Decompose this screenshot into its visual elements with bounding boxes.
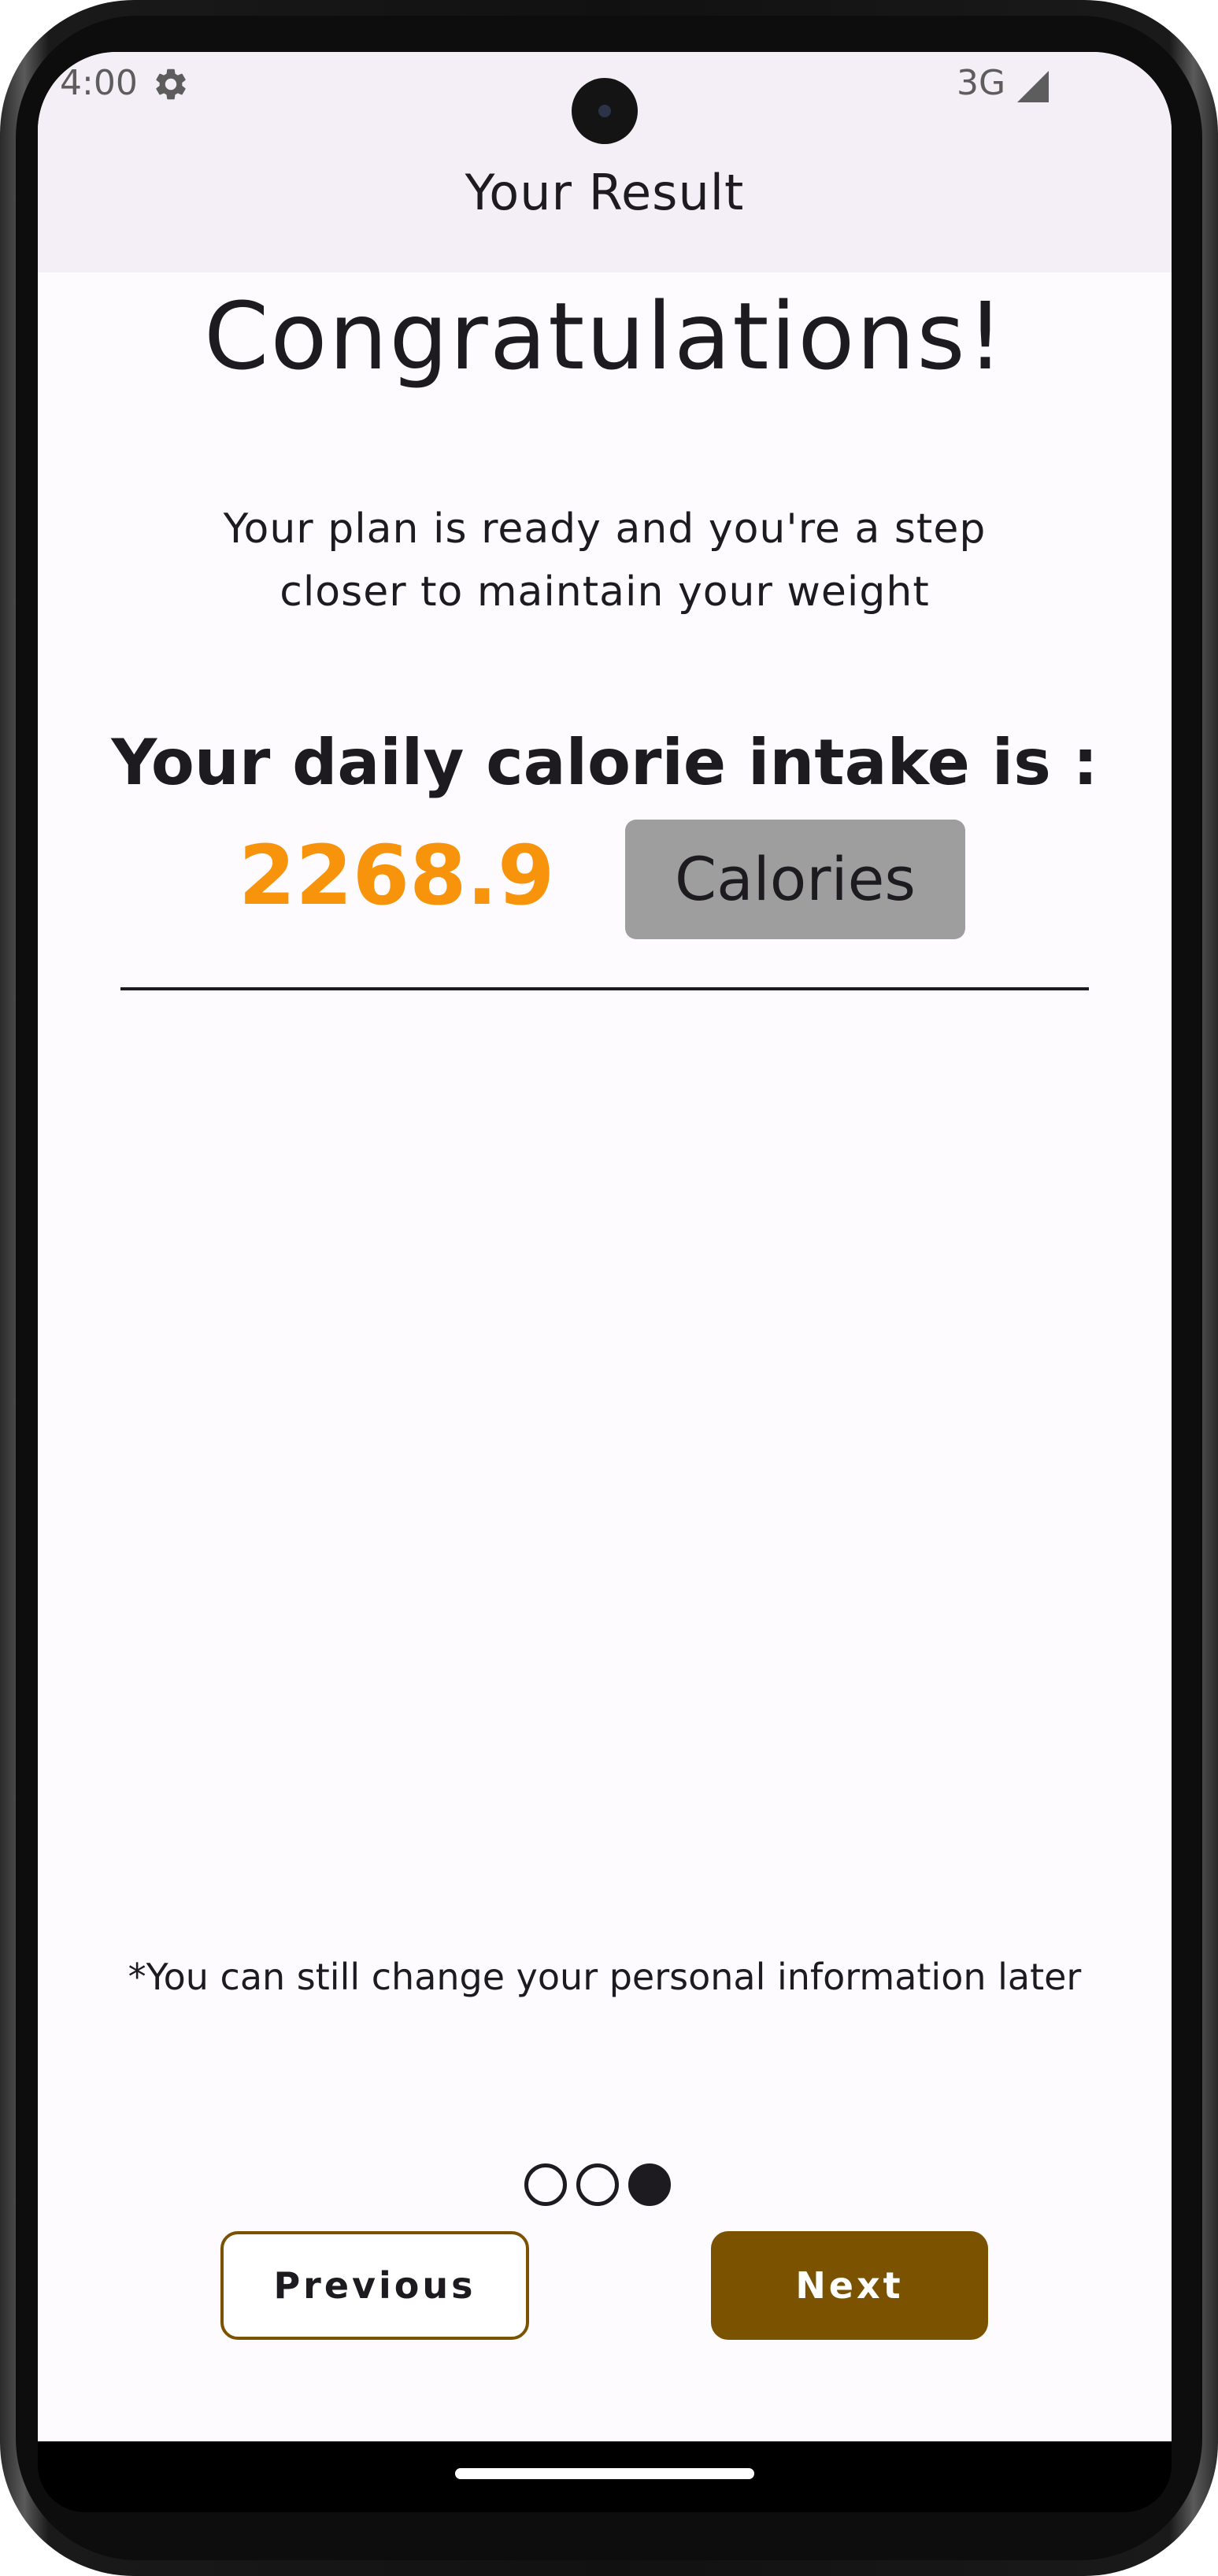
page-dot-3-active <box>628 2163 671 2206</box>
calorie-value: 2268.9 <box>239 827 555 923</box>
page-dot-1 <box>524 2163 567 2206</box>
system-nav-bar <box>38 2441 1172 2512</box>
page-dot-2 <box>576 2163 619 2206</box>
status-time: 4:00 <box>60 63 138 103</box>
front-camera <box>572 78 638 144</box>
app-bar: 4:00 3G Your Result <box>38 52 1172 272</box>
gear-icon <box>156 68 186 100</box>
page-title: Your Result <box>465 164 745 221</box>
home-gesture-handle[interactable] <box>455 2468 754 2479</box>
previous-button[interactable]: Previous <box>220 2231 529 2340</box>
page-indicator <box>524 2163 690 2214</box>
app-screen: 4:00 3G Your Result Congratulations! You… <box>38 52 1172 2441</box>
network-type: 3G <box>957 63 1006 103</box>
change-info-footnote: *You can still change your personal info… <box>128 1956 1082 1998</box>
calorie-unit-badge: Calories <box>625 820 965 939</box>
calorie-intake-label: Your daily calorie intake is : <box>111 726 1098 799</box>
congratulations-heading: Congratulations! <box>203 282 1006 390</box>
divider <box>120 987 1089 990</box>
signal-icon <box>1017 71 1049 102</box>
plan-ready-subtitle: Your plan is ready and you're a step clo… <box>223 505 987 616</box>
next-button[interactable]: Next <box>711 2231 988 2340</box>
